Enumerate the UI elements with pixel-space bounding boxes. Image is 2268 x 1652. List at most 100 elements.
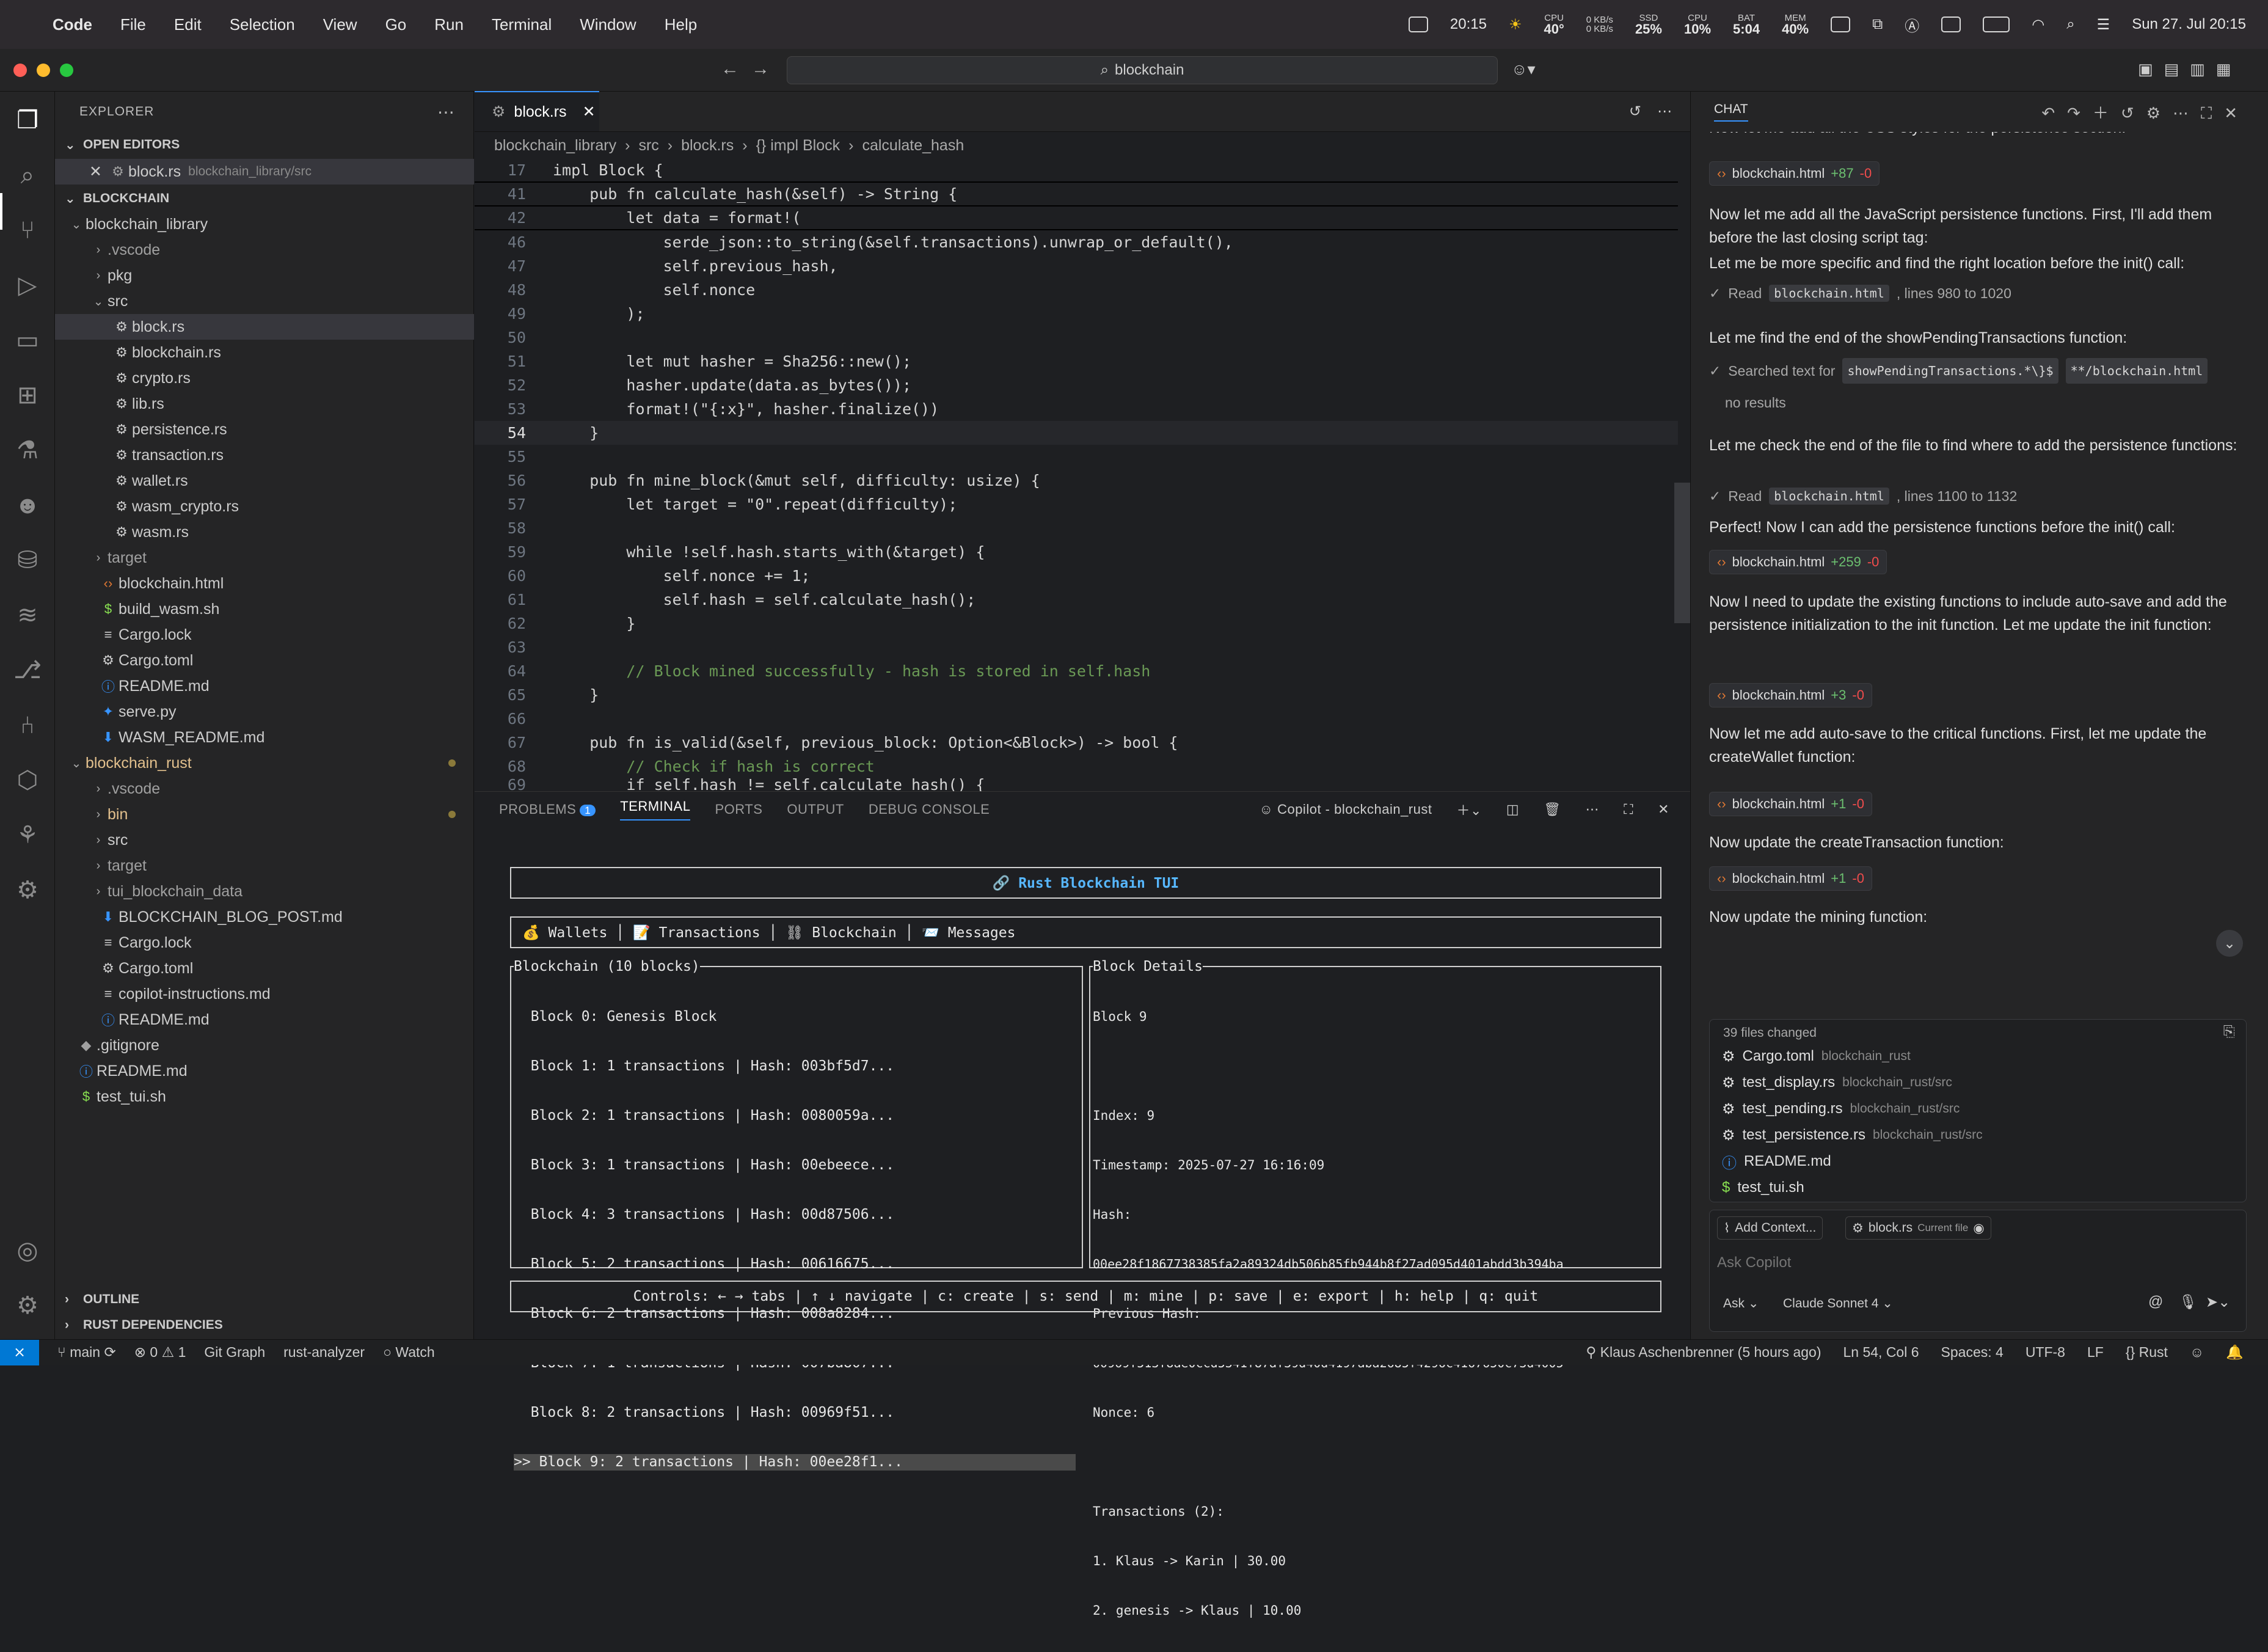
folder-vscode[interactable]: › .vscode	[55, 237, 474, 263]
block-row[interactable]: Block 5: 2 transactions | Hash: 00616675…	[514, 1256, 1076, 1273]
source-control-icon[interactable]: ⑂	[11, 214, 44, 247]
zoom-window-button[interactable]	[60, 63, 73, 77]
screen-icon[interactable]	[1831, 16, 1851, 32]
back-arrow-icon[interactable]: ←	[721, 59, 739, 79]
tab-terminal[interactable]: TERMINAL	[620, 799, 691, 821]
folder-bin[interactable]: › bin	[55, 802, 474, 827]
add-context-button[interactable]: ⌇ Add Context...	[1717, 1216, 1823, 1240]
menu-terminal[interactable]: Terminal	[492, 15, 552, 34]
model-dropdown[interactable]: Claude Sonnet 4 ⌄	[1783, 1296, 1893, 1311]
menu-go[interactable]: Go	[385, 15, 407, 34]
database-icon[interactable]: ⛁	[11, 544, 44, 577]
containers-icon[interactable]: ⬡	[11, 764, 44, 797]
file-cargo-toml[interactable]: ⚙ Cargo.toml	[55, 648, 474, 673]
end-of-line[interactable]: LF	[2087, 1344, 2104, 1361]
ssd-stat[interactable]: SSD 25%	[1635, 13, 1662, 36]
folder-src[interactable]: ⌄ src	[55, 288, 474, 314]
blockchain-folder-header[interactable]: ⌄ BLOCKCHAIN	[55, 186, 474, 211]
close-window-button[interactable]	[13, 63, 27, 77]
breadcrumb-file[interactable]: block.rs	[681, 137, 734, 155]
block-row[interactable]: Block 8: 2 transactions | Hash: 00969f51…	[514, 1405, 1076, 1421]
file-persistence-rs[interactable]: ⚙ persistence.rs	[55, 417, 474, 442]
file-copilot-instructions-md[interactable]: ≡ copilot-instructions.md	[55, 981, 474, 1007]
edit-pill[interactable]: ‹› blockchain.html +1 -0	[1709, 792, 1872, 816]
manage-gear-icon[interactable]: ⚙	[11, 1289, 44, 1322]
folder-src-2[interactable]: › src	[55, 827, 474, 853]
python-icon[interactable]: ⚘	[11, 819, 44, 852]
changed-file[interactable]: ⓘ README.md	[1722, 1149, 1831, 1174]
block-row[interactable]: Block 4: 3 transactions | Hash: 00d87506…	[514, 1207, 1076, 1223]
layers-icon[interactable]: ≋	[11, 599, 44, 632]
encoding[interactable]: UTF-8	[2026, 1344, 2065, 1361]
mode-dropdown[interactable]: Ask ⌄	[1723, 1296, 1759, 1311]
folder-vscode-2[interactable]: › .vscode	[55, 776, 474, 802]
file-wasm-crypto-rs[interactable]: ⚙ wasm_crypto.rs	[55, 494, 474, 519]
microphone-icon[interactable]: 🎙	[2179, 1293, 2197, 1311]
file-gitignore[interactable]: ◆ .gitignore	[55, 1032, 474, 1058]
file-lib-rs[interactable]: ⚙ lib.rs	[55, 391, 474, 417]
folder-blockchain-rust[interactable]: ⌄ blockchain_rust	[55, 750, 474, 776]
search-tool-line[interactable]: ✓ Searched text for showPendingTransactio…	[1709, 358, 2247, 414]
new-terminal-icon[interactable]: ＋⌄	[1456, 800, 1481, 819]
editor-scrollbar[interactable]	[1674, 483, 1690, 623]
menu-help[interactable]: Help	[665, 15, 697, 34]
menu-edit[interactable]: Edit	[174, 15, 202, 34]
block-row[interactable]: Block 2: 1 transactions | Hash: 0080059a…	[514, 1108, 1076, 1124]
read-tool-line[interactable]: ✓ Read blockchain.html, lines 980 to 1020	[1709, 281, 2247, 305]
block-row-selected[interactable]: >> Block 9: 2 transactions | Hash: 00ee2…	[514, 1454, 1076, 1471]
git-blame-item[interactable]: ⚲ Klaus Aschenbrenner (5 hours ago)	[1586, 1344, 1821, 1361]
copilot-icon[interactable]: ☻	[11, 489, 44, 522]
branch-indicator[interactable]: ⑂ main ⟳	[57, 1344, 116, 1361]
folder-tui-data[interactable]: › tui_blockchain_data	[55, 879, 474, 904]
menu-view[interactable]: View	[323, 15, 357, 34]
context-file-chip[interactable]: ⚙ block.rs Current file ◉	[1845, 1216, 1991, 1240]
remote-icon[interactable]: ⚙	[11, 874, 44, 907]
send-icon[interactable]: ➤⌄	[2206, 1293, 2230, 1311]
calendar-icon[interactable]	[1408, 16, 1428, 32]
folder-target-2[interactable]: › target	[55, 853, 474, 879]
git-lens-icon[interactable]: ⑃	[11, 709, 44, 742]
scroll-down-button[interactable]: ⌄	[2216, 930, 2243, 957]
file-blockchain-rs[interactable]: ⚙ blockchain.rs	[55, 340, 474, 365]
tui-tabs[interactable]: 💰 Wallets │ 📝 Transactions │ ⛓ Blockchai…	[522, 924, 1015, 941]
battery-icon[interactable]	[1983, 16, 2010, 32]
forward-arrow-icon[interactable]: →	[751, 59, 770, 79]
git-graph-item[interactable]: Git Graph	[204, 1344, 265, 1361]
remote-indicator[interactable]: ⨯	[0, 1339, 39, 1365]
cursor-position[interactable]: Ln 54, Col 6	[1843, 1344, 1919, 1361]
layers-icon[interactable]: ⧉	[1872, 16, 1883, 33]
block-row[interactable]: Block 1: 1 transactions | Hash: 003bf5d7…	[514, 1058, 1076, 1075]
keyboard-icon[interactable]	[1941, 16, 1961, 32]
cpu-stat[interactable]: CPU 10%	[1684, 13, 1711, 36]
terminal-selector[interactable]: ☺ Copilot - blockchain_rust	[1259, 802, 1432, 817]
search-icon[interactable]: ⌕	[11, 159, 44, 192]
split-terminal-icon[interactable]: ◫	[1506, 802, 1519, 817]
changed-file[interactable]: ⚙ test_pending.rs blockchain_rust/src	[1722, 1097, 1960, 1121]
cpu-temp-stat[interactable]: CPU 40°	[1544, 13, 1564, 36]
file-wasm-rs[interactable]: ⚙ wasm.rs	[55, 519, 474, 545]
close-icon[interactable]: ✕	[89, 163, 108, 181]
control-center-icon[interactable]: ☰	[2097, 16, 2110, 34]
changed-file[interactable]: ⚙ test_persistence.rs blockchain_rust/src	[1722, 1123, 1983, 1147]
file-cargo-toml-2[interactable]: ⚙ Cargo.toml	[55, 956, 474, 981]
file-block-rs[interactable]: ⚙ block.rs	[55, 314, 474, 340]
more-actions-icon[interactable]: ⋯	[437, 102, 455, 122]
block-row[interactable]: Block 3: 1 transactions | Hash: 00ebeece…	[514, 1157, 1076, 1174]
accessibility-icon[interactable]: Ⓐ	[1905, 14, 1919, 35]
battery-stat[interactable]: BAT 5:04	[1733, 13, 1760, 36]
menu-run[interactable]: Run	[434, 15, 464, 34]
file-transaction-rs[interactable]: ⚙ transaction.rs	[55, 442, 474, 468]
watch-item[interactable]: ○ Watch	[383, 1344, 435, 1361]
git-graph-icon[interactable]: ⎇	[11, 654, 44, 687]
view-changes-icon[interactable]: ⎘	[2223, 1023, 2235, 1040]
wifi-icon[interactable]: ◠	[2032, 16, 2044, 34]
tab-output[interactable]: OUTPUT	[787, 802, 844, 817]
menubar-date[interactable]: Sun 27. Jul 20:15	[2132, 16, 2246, 33]
app-menu[interactable]: Code	[53, 15, 92, 34]
rust-analyzer-item[interactable]: rust-analyzer	[283, 1344, 365, 1361]
edit-pill[interactable]: ‹› blockchain.html +1 -0	[1709, 866, 1872, 891]
more-actions-icon[interactable]: ⋯	[1657, 103, 1672, 120]
file-readme-md-2[interactable]: ⓘ README.md	[55, 1007, 474, 1032]
breadcrumb-impl[interactable]: {} impl Block	[756, 137, 840, 155]
open-editors-header[interactable]: ⌄ OPEN EDITORS	[55, 132, 474, 158]
